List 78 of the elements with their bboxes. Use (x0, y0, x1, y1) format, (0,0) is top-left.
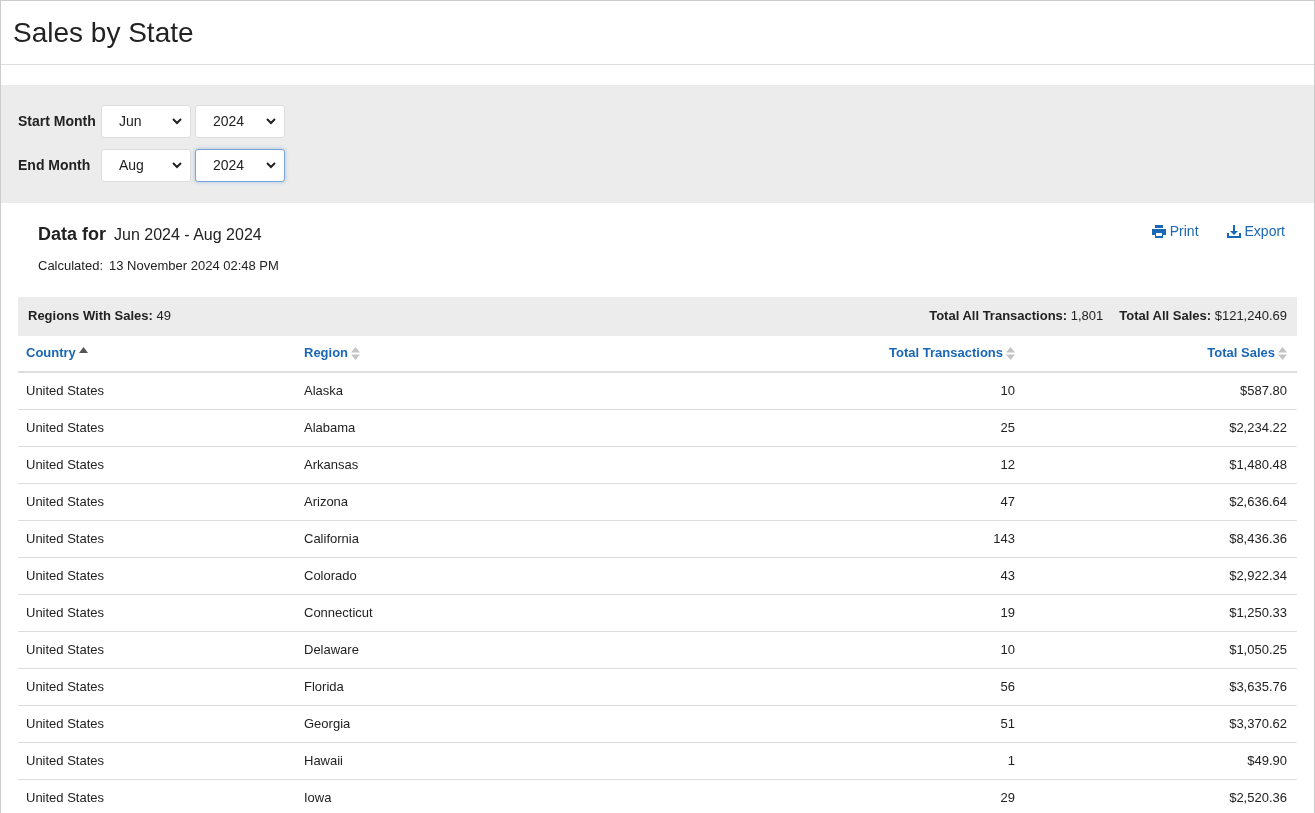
table-cell-text: United States (26, 418, 105, 437)
print-link[interactable]: Print (1151, 222, 1199, 240)
chevron-icon (172, 118, 182, 125)
table-cell-text: Arkansas (304, 455, 359, 474)
table-cell-text: 43 (1000, 566, 1015, 585)
total-transactions: Total All Transactions: 1,801 (929, 307, 1104, 326)
chevron-icon (266, 118, 276, 125)
sort-ascending-icon (78, 347, 88, 353)
table-cell-text: United States (26, 566, 105, 585)
sort-icon (1278, 346, 1287, 360)
sort-icon (1006, 346, 1015, 360)
table-cell-text: United States (26, 640, 105, 659)
table-cell-text: 1 (1007, 751, 1015, 770)
table-cell-text: United States (26, 714, 105, 733)
calculated-value: 13 November 2024 02:48 PM (109, 257, 279, 275)
table-cell-text: $2,234.22 (1229, 418, 1287, 437)
dropdown[interactable]: 2024 (195, 105, 285, 138)
table-cell-text: $1,250.33 (1229, 603, 1287, 622)
printer-icon (1151, 224, 1166, 238)
table-cell-text: Iowa (304, 788, 332, 807)
total-sales: Total All Sales: $121,240.69 (1119, 307, 1287, 326)
table-cell-text: 10 (1000, 381, 1015, 400)
date-range: Jun 2024 - Aug 2024 (114, 225, 262, 245)
data-for-heading: Data for (38, 223, 106, 246)
table-cell-text: $1,480.48 (1229, 455, 1287, 474)
table-cell-text: $2,922.34 (1229, 566, 1287, 585)
table-cell-text: 56 (1000, 677, 1015, 696)
table-cell-text: Alabama (304, 418, 356, 437)
chevron-icon (172, 162, 182, 169)
table-cell-text: Alaska (304, 381, 344, 400)
table-cell-text: Delaware (304, 640, 359, 659)
calculated-label: Calculated: (38, 257, 104, 275)
filter-label: End Month (18, 156, 92, 175)
table-cell-text: 47 (1000, 492, 1015, 511)
dropdown[interactable]: 2024 (195, 149, 285, 182)
table-cell-text: Hawaii (304, 751, 343, 770)
table-cell-text: $2,520.36 (1229, 788, 1287, 807)
table-cell-text: 12 (1000, 455, 1015, 474)
table-cell-text: $49.90 (1247, 751, 1287, 770)
page-title: Sales by State (13, 15, 194, 50)
table-cell-text: 10 (1000, 640, 1015, 659)
chevron-icon (266, 162, 276, 169)
table-cell-text: Arizona (304, 492, 349, 511)
download-icon (1226, 224, 1241, 238)
export-link[interactable]: Export (1226, 222, 1285, 240)
table-cell-text: 51 (1000, 714, 1015, 733)
sort-icon (351, 346, 361, 360)
table-cell-text: California (304, 529, 359, 548)
table-cell-text: $3,370.62 (1229, 714, 1287, 733)
table-cell-text: United States (26, 529, 105, 548)
table-cell-text: 143 (993, 529, 1015, 548)
table-cell-text: Georgia (304, 714, 351, 733)
table-cell-text: 25 (1000, 418, 1015, 437)
table-cell-text: $3,635.76 (1229, 677, 1287, 696)
table-cell-text: $8,436.36 (1229, 529, 1287, 548)
column-header[interactable]: Total Transactions (889, 343, 1015, 363)
table-cell-text: United States (26, 492, 105, 511)
column-header[interactable]: Country (26, 343, 88, 363)
table-cell-text: Connecticut (304, 603, 373, 622)
table-cell-text: United States (26, 677, 105, 696)
regions-with-sales: Regions With Sales: 49 (28, 307, 171, 326)
table-cell-text: 19 (1000, 603, 1015, 622)
table-cell-text: United States (26, 751, 105, 770)
table-cell-text: United States (26, 455, 105, 474)
table-cell-text: United States (26, 381, 105, 400)
filter-label: Start Month (18, 112, 97, 131)
table-cell-text: 29 (1000, 788, 1015, 807)
table-cell-text: United States (26, 603, 105, 622)
dropdown[interactable]: Jun (101, 105, 191, 138)
table-cell-text: $587.80 (1240, 381, 1287, 400)
table-cell-text: Florida (304, 677, 344, 696)
column-header[interactable]: Total Sales (1207, 343, 1287, 363)
column-header[interactable]: Region (304, 343, 361, 363)
table-cell-text: $2,636.64 (1229, 492, 1287, 511)
table-cell-text: $1,050.25 (1229, 640, 1287, 659)
dropdown[interactable]: Aug (101, 149, 191, 182)
table-cell-text: Colorado (304, 566, 357, 585)
table-cell-text: United States (26, 788, 105, 807)
